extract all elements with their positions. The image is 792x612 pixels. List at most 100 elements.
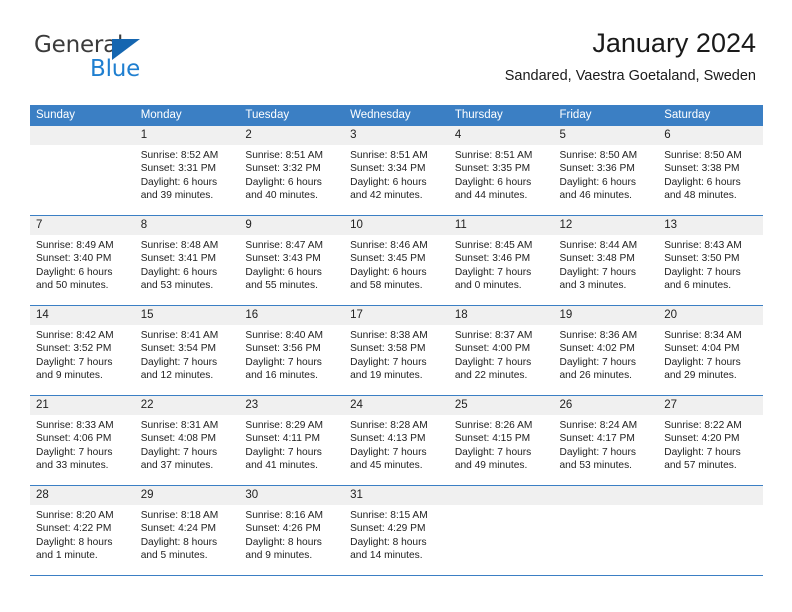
day-detail-line: Sunset: 4:00 PM: [454, 343, 531, 355]
calendar-day-cell[interactable]: 31 Sunrise: 8:15 AM Sunset: 4:29 PM Dayligh…: [344, 485, 449, 576]
calendar-day-cell[interactable]: 21 Sunrise: 8:33 AM Sunset: 4:06 PM Dayligh…: [30, 395, 135, 486]
brand-logo: General Blue: [34, 32, 234, 84]
day-detail-line: and 29 minutes.: [664, 370, 737, 382]
calendar-day-cell[interactable]: 17 Sunrise: 8:38 AM Sunset: 3:58 PM Dayligh…: [344, 305, 449, 396]
calendar-day-cell[interactable]: 18 Sunrise: 8:37 AM Sunset: 4:00 PM Dayligh…: [448, 305, 554, 396]
day-detail-line: Sunrise: 8:16 AM: [245, 510, 323, 521]
day-detail-line: Sunrise: 8:51 AM: [245, 150, 323, 161]
day-detail-line: Daylight: 7 hours: [350, 356, 427, 368]
calendar-body: 1 Sunrise: 8:52 AM Sunset: 3:31 PM Daylight…: [30, 126, 763, 576]
day-detail-line: Sunset: 3:45 PM: [350, 253, 426, 265]
calendar-day-cell[interactable]: 20 Sunrise: 8:34 AM Sunset: 4:04 PM Dayligh…: [658, 305, 763, 396]
day-number: 11: [448, 216, 554, 235]
calendar-day-cell[interactable]: 28 Sunrise: 8:20 AM Sunset: 4:22 PM Dayligh…: [30, 485, 135, 576]
day-number: [553, 486, 659, 505]
day-details: Sunrise: 8:52 AM Sunset: 3:31 PM Daylight:…: [135, 145, 240, 203]
day-number: 16: [239, 306, 345, 325]
calendar-day-cell[interactable]: 16 Sunrise: 8:40 AM Sunset: 3:56 PM Dayligh…: [239, 305, 345, 396]
day-details: Sunrise: 8:50 AM Sunset: 3:38 PM Daylight:…: [658, 145, 763, 203]
calendar-day-cell[interactable]: 14 Sunrise: 8:42 AM Sunset: 3:52 PM Dayligh…: [30, 305, 135, 396]
calendar-day-cell[interactable]: 13 Sunrise: 8:43 AM Sunset: 3:50 PM Dayligh…: [658, 215, 763, 306]
calendar-day-cell[interactable]: 10 Sunrise: 8:46 AM Sunset: 3:45 PM Dayligh…: [344, 215, 449, 306]
calendar-week-row: 1 Sunrise: 8:52 AM Sunset: 3:31 PM Daylight…: [30, 126, 763, 216]
calendar-day-cell[interactable]: 19 Sunrise: 8:36 AM Sunset: 4:02 PM Dayligh…: [553, 305, 659, 396]
day-details: Sunrise: 8:41 AM Sunset: 3:54 PM Daylight:…: [135, 325, 240, 383]
day-details: Sunrise: 8:43 AM Sunset: 3:50 PM Daylight:…: [658, 235, 763, 293]
calendar-day-cell[interactable]: 24 Sunrise: 8:28 AM Sunset: 4:13 PM Dayligh…: [344, 395, 449, 486]
day-details: Sunrise: 8:47 AM Sunset: 3:43 PM Daylight:…: [239, 235, 344, 293]
calendar-day-cell[interactable]: 25 Sunrise: 8:26 AM Sunset: 4:15 PM Dayligh…: [448, 395, 554, 486]
day-number: 5: [553, 126, 659, 145]
day-detail-line: Sunset: 3:38 PM: [664, 163, 740, 175]
calendar-day-cell[interactable]: 29 Sunrise: 8:18 AM Sunset: 4:24 PM Dayligh…: [134, 485, 240, 576]
day-detail-line: Sunset: 3:48 PM: [559, 253, 635, 265]
day-detail-line: and 5 minutes.: [140, 550, 208, 562]
calendar-day-cell[interactable]: 22 Sunrise: 8:31 AM Sunset: 4:08 PM Dayligh…: [134, 395, 240, 486]
calendar-day-cell[interactable]: 15 Sunrise: 8:41 AM Sunset: 3:54 PM Dayligh…: [134, 305, 240, 396]
calendar-day-cell[interactable]: 7 Sunrise: 8:49 AM Sunset: 3:40 PM Daylight…: [30, 215, 135, 306]
day-detail-line: and 9 minutes.: [245, 550, 313, 562]
day-detail-line: Daylight: 7 hours: [245, 446, 322, 458]
day-detail-line: Sunrise: 8:44 AM: [559, 240, 638, 251]
day-detail-line: Sunrise: 8:50 AM: [559, 150, 638, 161]
weekday-header-monday: Monday: [134, 105, 240, 126]
weekday-header-sunday: Sunday: [30, 105, 135, 126]
day-detail-line: Daylight: 7 hours: [559, 356, 636, 368]
day-detail-line: and 12 minutes.: [140, 370, 214, 382]
day-detail-line: Sunset: 3:46 PM: [454, 253, 531, 265]
calendar-day-cell[interactable]: 3 Sunrise: 8:51 AM Sunset: 3:34 PM Daylight…: [344, 126, 449, 216]
day-details: Sunrise: 8:48 AM Sunset: 3:41 PM Daylight:…: [135, 235, 240, 293]
day-detail-line: Sunset: 4:11 PM: [245, 433, 320, 445]
title-block: January 2024 Sandared, Vaestra Goetaland…: [505, 26, 756, 86]
calendar-empty-cell: [553, 485, 659, 576]
calendar-day-cell[interactable]: 23 Sunrise: 8:29 AM Sunset: 4:11 PM Dayligh…: [239, 395, 345, 486]
day-detail-line: Sunrise: 8:52 AM: [140, 150, 219, 161]
day-detail-line: and 3 minutes.: [559, 280, 627, 292]
day-detail-line: Sunset: 4:08 PM: [140, 433, 217, 445]
calendar-day-cell[interactable]: 30 Sunrise: 8:16 AM Sunset: 4:26 PM Dayligh…: [239, 485, 345, 576]
day-detail-line: and 6 minutes.: [664, 280, 732, 292]
day-detail-line: Daylight: 7 hours: [559, 446, 636, 458]
day-details: Sunrise: 8:42 AM Sunset: 3:52 PM Daylight:…: [30, 325, 135, 383]
day-number: 1: [134, 126, 240, 145]
day-detail-line: and 45 minutes.: [350, 460, 423, 472]
day-detail-line: and 53 minutes.: [559, 460, 633, 472]
day-number: 14: [30, 306, 135, 325]
day-detail-line: and 42 minutes.: [350, 190, 423, 202]
calendar-day-cell[interactable]: 6 Sunrise: 8:50 AM Sunset: 3:38 PM Daylight…: [658, 126, 763, 216]
day-detail-line: Daylight: 7 hours: [664, 446, 741, 458]
day-number: 20: [658, 306, 763, 325]
calendar-day-cell[interactable]: 1 Sunrise: 8:52 AM Sunset: 3:31 PM Daylight…: [134, 126, 240, 216]
day-detail-line: Sunrise: 8:22 AM: [664, 420, 742, 431]
brand-name-blue: Blue: [90, 56, 141, 82]
day-number: 15: [134, 306, 240, 325]
day-detail-line: Sunset: 3:50 PM: [664, 253, 740, 265]
day-details: Sunrise: 8:33 AM Sunset: 4:06 PM Daylight:…: [30, 415, 135, 473]
calendar-day-cell[interactable]: 27 Sunrise: 8:22 AM Sunset: 4:20 PM Dayligh…: [658, 395, 763, 486]
calendar-empty-cell: [658, 485, 763, 576]
day-detail-line: and 40 minutes.: [245, 190, 318, 202]
day-number: 21: [30, 396, 135, 415]
calendar-day-cell[interactable]: 5 Sunrise: 8:50 AM Sunset: 3:36 PM Daylight…: [553, 126, 659, 216]
day-detail-line: Sunset: 4:02 PM: [559, 343, 635, 355]
day-number: 7: [30, 216, 135, 235]
calendar-day-cell[interactable]: 12 Sunrise: 8:44 AM Sunset: 3:48 PM Dayligh…: [553, 215, 659, 306]
day-detail-line: Sunrise: 8:40 AM: [245, 330, 323, 341]
day-detail-line: Sunset: 3:58 PM: [350, 343, 426, 355]
day-detail-line: Daylight: 6 hours: [454, 176, 532, 188]
calendar-day-cell[interactable]: 26 Sunrise: 8:24 AM Sunset: 4:17 PM Dayligh…: [553, 395, 659, 486]
calendar-week-row: 7 Sunrise: 8:49 AM Sunset: 3:40 PM Daylight…: [30, 215, 763, 306]
page-title: January 2024: [592, 28, 756, 58]
calendar-page: General Blue January 2024 Sandared, Vaes…: [0, 0, 792, 612]
day-detail-line: Sunset: 3:36 PM: [559, 163, 635, 175]
calendar-day-cell[interactable]: 2 Sunrise: 8:51 AM Sunset: 3:32 PM Daylight…: [239, 126, 345, 216]
calendar-day-cell[interactable]: 8 Sunrise: 8:48 AM Sunset: 3:41 PM Daylight…: [134, 215, 240, 306]
calendar-day-cell[interactable]: 4 Sunrise: 8:51 AM Sunset: 3:35 PM Daylight…: [448, 126, 554, 216]
day-details: Sunrise: 8:15 AM Sunset: 4:29 PM Daylight:…: [344, 505, 449, 563]
calendar-day-cell[interactable]: 9 Sunrise: 8:47 AM Sunset: 3:43 PM Daylight…: [239, 215, 345, 306]
calendar-day-cell[interactable]: 11 Sunrise: 8:45 AM Sunset: 3:46 PM Dayligh…: [448, 215, 554, 306]
weekday-header-row: Sunday Monday Tuesday Wednesday Thursday…: [30, 105, 763, 126]
day-number: 3: [344, 126, 449, 145]
day-detail-line: and 39 minutes.: [140, 190, 214, 202]
day-detail-line: Sunrise: 8:36 AM: [559, 330, 638, 341]
